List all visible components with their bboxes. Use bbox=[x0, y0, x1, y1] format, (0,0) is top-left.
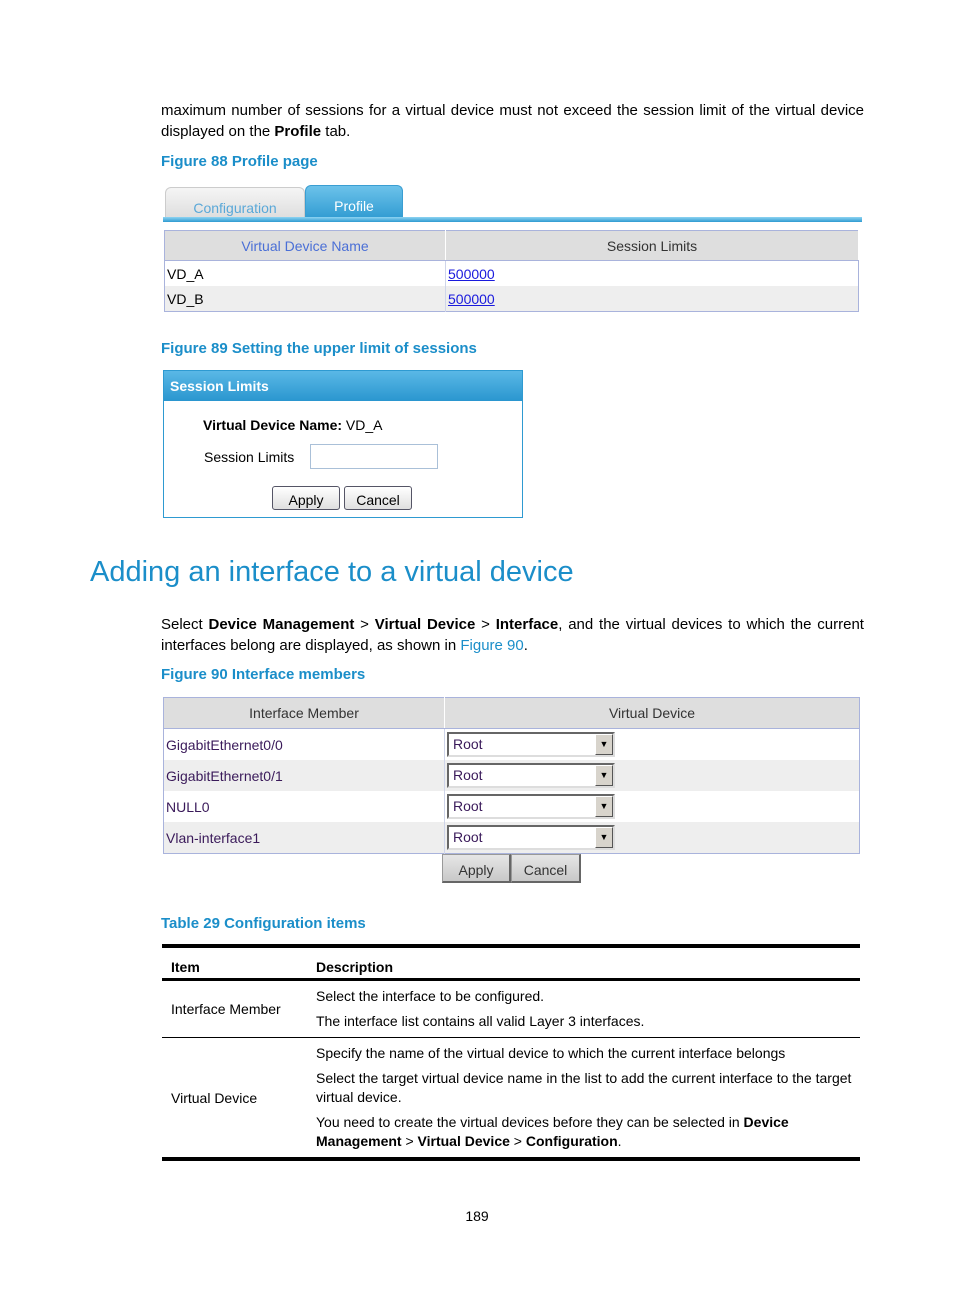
intro-text-end: tab. bbox=[321, 123, 351, 140]
session-limits-input[interactable] bbox=[310, 444, 438, 469]
virtual-device-select[interactable]: Root ▼ bbox=[447, 794, 615, 819]
tab-bar bbox=[163, 217, 862, 222]
chevron-down-icon[interactable]: ▼ bbox=[595, 734, 613, 755]
item-cell: Interface Member bbox=[162, 979, 307, 1038]
panel-title: Session Limits bbox=[164, 371, 522, 401]
vd-name: VD_A bbox=[164, 260, 446, 286]
chevron-down-icon[interactable]: ▼ bbox=[595, 765, 613, 786]
section-paragraph: Select Device Management > Virtual Devic… bbox=[161, 614, 864, 656]
session-limits-panel: Session Limits Virtual Device Name: VD_A… bbox=[163, 370, 523, 518]
figure90-link[interactable]: Figure 90 bbox=[460, 637, 523, 654]
interface-name: GigabitEthernet0/1 bbox=[163, 760, 445, 791]
description-line: Specify the name of the virtual device t… bbox=[316, 1045, 786, 1061]
tab-profile[interactable]: Profile bbox=[305, 185, 403, 220]
intro-bold: Profile bbox=[274, 123, 322, 140]
vd-name-value: VD_A bbox=[345, 417, 383, 433]
menu-configuration: Configuration bbox=[525, 1133, 618, 1149]
select-value: Root bbox=[453, 829, 483, 845]
table-row: NULL0 Root ▼ bbox=[164, 791, 860, 822]
text: > bbox=[401, 1133, 418, 1149]
profile-table: Virtual Device Name Session Limits VD_A … bbox=[164, 230, 859, 312]
table-row: Virtual Device Specify the name of the v… bbox=[162, 1037, 860, 1161]
text: . bbox=[617, 1133, 622, 1149]
column-header-item: Item bbox=[162, 944, 307, 981]
menu-interface: Interface bbox=[495, 616, 559, 633]
vd-name-row: Virtual Device Name: VD_A bbox=[203, 417, 383, 433]
section-heading: Adding an interface to a virtual device bbox=[90, 556, 574, 588]
cancel-button[interactable]: Cancel bbox=[344, 486, 412, 510]
description-line: Select the target virtual device name in… bbox=[316, 1070, 852, 1105]
text: . bbox=[523, 637, 528, 654]
column-header-description: Description bbox=[307, 944, 860, 981]
virtual-device-select[interactable]: Root ▼ bbox=[447, 732, 615, 757]
vd-name-label: Virtual Device Name: bbox=[203, 417, 343, 433]
text: > bbox=[475, 616, 496, 633]
column-header-name[interactable]: Virtual Device Name bbox=[164, 230, 446, 261]
apply-button[interactable]: Apply bbox=[272, 486, 340, 510]
description-line: The interface list contains all valid La… bbox=[316, 1013, 645, 1029]
select-value: Root bbox=[453, 798, 483, 814]
table29-caption: Table 29 Configuration items bbox=[161, 915, 366, 932]
select-value: Root bbox=[453, 767, 483, 783]
description-note: You need to create the virtual devices b… bbox=[316, 1113, 852, 1151]
menu-virtual-device: Virtual Device bbox=[374, 616, 476, 633]
figure89-caption: Figure 89 Setting the upper limit of ses… bbox=[161, 340, 477, 357]
menu-virtual-device: Virtual Device bbox=[417, 1133, 510, 1149]
select-value: Root bbox=[453, 736, 483, 752]
table-row: VD_A 500000 bbox=[164, 260, 859, 286]
session-limit-link[interactable]: 500000 bbox=[448, 266, 495, 282]
description-line: Select the interface to be configured. bbox=[316, 988, 545, 1004]
profile-tabs: Configuration Profile bbox=[163, 185, 862, 223]
text: You need to create the virtual devices b… bbox=[316, 1114, 744, 1130]
virtual-device-select[interactable]: Root ▼ bbox=[447, 825, 615, 850]
vd-name: VD_B bbox=[164, 286, 446, 312]
table-row: VD_B 500000 bbox=[164, 286, 859, 312]
interface-name: NULL0 bbox=[166, 798, 210, 815]
apply-button[interactable]: Apply bbox=[442, 854, 511, 883]
text: > bbox=[509, 1133, 526, 1149]
table-row: Interface Member Select the interface to… bbox=[162, 979, 860, 1038]
configuration-items-table: Item Description Interface Member Select… bbox=[162, 944, 860, 1161]
column-header-interface: Interface Member bbox=[163, 697, 445, 729]
description-cell: Specify the name of the virtual device t… bbox=[307, 1037, 860, 1161]
column-header-virtual-device: Virtual Device bbox=[444, 697, 860, 729]
chevron-down-icon[interactable]: ▼ bbox=[595, 796, 613, 817]
chevron-down-icon[interactable]: ▼ bbox=[595, 827, 613, 848]
intro-text: maximum number of sessions for a virtual… bbox=[161, 102, 864, 140]
tab-configuration[interactable]: Configuration bbox=[165, 187, 305, 220]
session-limits-label: Session Limits bbox=[204, 449, 295, 465]
interface-members-table: Interface Member Virtual Device GigabitE… bbox=[163, 697, 860, 854]
menu-device-management: Device Management bbox=[208, 616, 355, 633]
figure88-caption: Figure 88 Profile page bbox=[161, 153, 318, 170]
column-header-session-limits: Session Limits bbox=[445, 230, 859, 261]
virtual-device-select[interactable]: Root ▼ bbox=[447, 763, 615, 788]
text: > bbox=[354, 616, 375, 633]
interface-name: Vlan-interface1 bbox=[163, 822, 445, 854]
session-limit-link[interactable]: 500000 bbox=[448, 291, 495, 307]
description-cell: Select the interface to be configured. T… bbox=[307, 979, 860, 1038]
figure90-caption: Figure 90 Interface members bbox=[161, 666, 366, 683]
item-cell: Virtual Device bbox=[162, 1037, 307, 1161]
table-row: GigabitEthernet0/1 Root ▼ bbox=[163, 760, 860, 791]
cancel-button[interactable]: Cancel bbox=[511, 854, 581, 883]
table-row: Vlan-interface1 Root ▼ bbox=[163, 822, 860, 854]
text: Select bbox=[161, 616, 209, 633]
page-number: 189 bbox=[465, 1208, 489, 1224]
interface-name: GigabitEthernet0/0 bbox=[166, 736, 283, 753]
table-row: GigabitEthernet0/0 Root ▼ bbox=[164, 728, 860, 760]
intro-paragraph: maximum number of sessions for a virtual… bbox=[161, 100, 864, 142]
